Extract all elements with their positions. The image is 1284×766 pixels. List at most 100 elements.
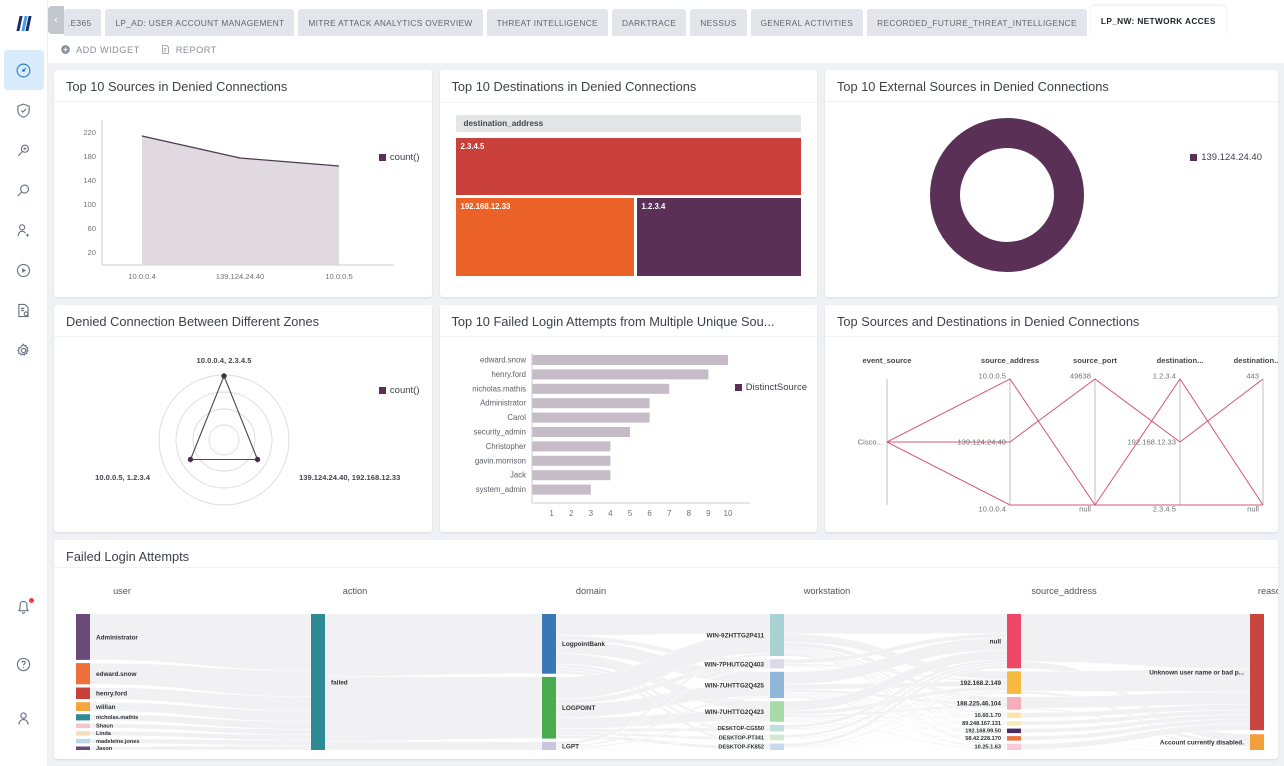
tab-e365[interactable]: .E365: [64, 9, 102, 36]
treemap-group-header: destination_address: [455, 115, 801, 132]
sankey-node[interactable]: [542, 741, 556, 750]
add-widget-button[interactable]: ADD WIDGET: [60, 44, 140, 55]
tab-lp-ad-user-account-management[interactable]: LP_AD: USER ACCOUNT MANAGEMENT: [105, 9, 295, 36]
treemap-cell[interactable]: 1.2.3.4: [636, 198, 801, 276]
sankey-link[interactable]: [89, 613, 312, 671]
sidebar-item-profile[interactable]: [4, 698, 44, 738]
sankey-node[interactable]: [542, 676, 556, 739]
parallel-line[interactable]: [886, 441, 1263, 506]
sankey-node[interactable]: [1250, 614, 1264, 731]
sankey-node[interactable]: [76, 746, 90, 751]
sankey-link[interactable]: [1020, 748, 1251, 751]
sankey-link[interactable]: [1020, 613, 1251, 670]
sankey-node[interactable]: [76, 723, 90, 728]
sankey-link[interactable]: [324, 676, 543, 742]
sankey-node[interactable]: [76, 702, 90, 711]
sankey-column-header: domain: [576, 586, 606, 596]
sankey-node[interactable]: [76, 663, 90, 685]
tab-nessus[interactable]: NESSUS: [690, 9, 747, 36]
bar[interactable]: [531, 355, 728, 365]
sankey-node[interactable]: [1250, 734, 1264, 750]
sidebar-item-report[interactable]: [4, 290, 44, 330]
bar-chart[interactable]: DistinctSource edward.snow henry.ford nich…: [440, 337, 818, 532]
sankey-node[interactable]: [770, 743, 784, 751]
bar[interactable]: [531, 470, 610, 481]
tab-recorded-future-threat-intelligence[interactable]: RECORDED_FUTURE_THREAT_INTELLIGENCE: [867, 9, 1087, 36]
sankey-node[interactable]: [76, 687, 90, 700]
sankey-node[interactable]: [1007, 743, 1021, 750]
sankey-column-header: user: [113, 586, 131, 596]
sankey-node-label: WIN-7PHUTG2Q403: [704, 661, 764, 668]
bar-category-label: henry.ford: [491, 370, 526, 379]
tab-threat-intelligence[interactable]: THREAT INTELLIGENCE: [486, 9, 608, 36]
sankey-node[interactable]: [76, 614, 90, 660]
bar[interactable]: [531, 441, 610, 452]
tab-lp-nw-network-access[interactable]: LP_NW: NETWORK ACCES: [1090, 6, 1226, 36]
sankey-node[interactable]: [76, 738, 90, 744]
treemap-cell[interactable]: 2.3.4.5: [455, 138, 801, 195]
radar-chart[interactable]: count() 10.0.0.4, 2.3.4.5 139.124.24.40,…: [54, 337, 432, 532]
sidebar-item-user-add[interactable]: [4, 210, 44, 250]
sankey-node[interactable]: [770, 724, 784, 732]
sidebar-item-search-plus[interactable]: [4, 130, 44, 170]
sankey-node[interactable]: [1007, 728, 1021, 734]
tab-general-activities[interactable]: GENERAL ACTIVITIES: [750, 9, 864, 36]
sankey-node[interactable]: [1007, 671, 1021, 694]
sankey-node[interactable]: [76, 714, 90, 721]
sankey-node[interactable]: [1007, 712, 1021, 718]
treemap-chart[interactable]: destination_address 2.3.4.5 192.168.12.3…: [440, 103, 818, 297]
widget-top-external-sources-denied: Top 10 External Sources in Denied Connec…: [825, 70, 1278, 297]
sidebar-item-shield[interactable]: [4, 90, 44, 130]
sankey-link[interactable]: [89, 745, 312, 751]
bar[interactable]: [531, 398, 650, 409]
sankey-node[interactable]: [76, 731, 90, 736]
svg-text:10.0.0.5, 1.2.3.4: 10.0.0.5, 1.2.3.4: [95, 473, 151, 482]
chart-legend: count(): [378, 152, 420, 163]
tab-darktrace[interactable]: DARKTRACE: [611, 9, 687, 36]
donut-chart[interactable]: 139.124.24.40: [825, 102, 1278, 297]
report-button[interactable]: REPORT: [160, 44, 217, 55]
parallel-axis-tick: 10.0.0.4: [979, 505, 1006, 514]
bar[interactable]: [531, 484, 591, 495]
sidebar-item-notifications[interactable]: [4, 590, 44, 630]
sidebar-item-playbook[interactable]: [4, 250, 44, 290]
sankey-node[interactable]: [770, 701, 784, 722]
sidebar-item-help[interactable]: [4, 644, 44, 684]
bar[interactable]: [531, 455, 610, 466]
report-document-icon: [161, 45, 169, 54]
sidebar-item-settings[interactable]: [4, 330, 44, 370]
widget-row-2: Denied Connection Between Different Zone…: [54, 305, 1278, 532]
sankey-node[interactable]: [1007, 736, 1021, 741]
sankey-node[interactable]: [770, 734, 784, 741]
sidebar-item-search[interactable]: [4, 170, 44, 210]
bar[interactable]: [531, 412, 650, 423]
sankey-link[interactable]: [324, 613, 543, 677]
area-chart[interactable]: count() 220 180 140 100 60 20 10.0.0.4 1…: [54, 102, 432, 297]
sankey-node[interactable]: [311, 614, 325, 750]
bar-axis-tick: 7: [666, 509, 671, 518]
sankey-node[interactable]: [1007, 721, 1021, 726]
bar[interactable]: [531, 383, 669, 394]
parallel-coordinates-chart[interactable]: event_source source_address source_port des…: [825, 337, 1278, 532]
parallel-line[interactable]: [887, 378, 1264, 443]
tab-mitre-attack-analytics-overview[interactable]: MITRE ATTACK ANALYTICS OVERVIEW: [298, 9, 483, 36]
sankey-node[interactable]: [770, 614, 784, 656]
app-logo[interactable]: [0, 6, 48, 40]
dashboard-app: ‹ .E365 LP_AD: USER ACCOUNT MANAGEMENT M…: [0, 0, 1284, 766]
sankey-node[interactable]: [1007, 697, 1021, 710]
parallel-axis-title: source_address: [981, 356, 1039, 365]
sankey-chart[interactable]: user action domain workstation source_addres…: [54, 568, 1278, 759]
donut-slice[interactable]: [930, 118, 1084, 272]
bar[interactable]: [531, 369, 708, 380]
tab-scroll-left-button[interactable]: ‹: [48, 6, 64, 34]
bar[interactable]: [531, 427, 630, 437]
sidebar-item-dashboard[interactable]: [3, 50, 44, 90]
sankey-node[interactable]: [542, 614, 556, 674]
sankey-link[interactable]: [324, 741, 543, 751]
sankey-node[interactable]: [770, 671, 784, 698]
treemap-cell[interactable]: 192.168.12.33: [455, 198, 634, 276]
sankey-node[interactable]: [1007, 614, 1021, 669]
sankey-node[interactable]: [770, 659, 784, 669]
sankey-link[interactable]: [783, 613, 1008, 635]
sankey-node-label: DESKTOP-PT341: [719, 735, 764, 741]
